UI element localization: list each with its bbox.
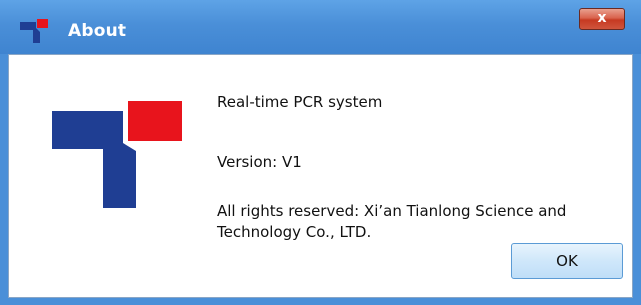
about-dialog: About x Real-time PCR system Version: V1… [0, 0, 641, 305]
tianlong-logo-icon [20, 19, 48, 43]
close-icon: x [597, 10, 607, 26]
close-button[interactable]: x [579, 8, 625, 30]
company-logo [52, 101, 182, 208]
title-bar[interactable]: About x [0, 0, 641, 54]
ok-button[interactable]: OK [511, 243, 623, 279]
product-name: Real-time PCR system [217, 93, 383, 111]
copyright-line-2: Technology Co., LTD. [217, 223, 372, 241]
copyright-text: All rights reserved: Xi’an Tianlong Scie… [217, 201, 637, 243]
copyright-line-1: All rights reserved: Xi’an Tianlong Scie… [217, 202, 567, 220]
dialog-body: Real-time PCR system Version: V1 All rig… [8, 54, 633, 298]
window-title: About [68, 21, 127, 41]
version-label: Version: V1 [217, 153, 302, 171]
